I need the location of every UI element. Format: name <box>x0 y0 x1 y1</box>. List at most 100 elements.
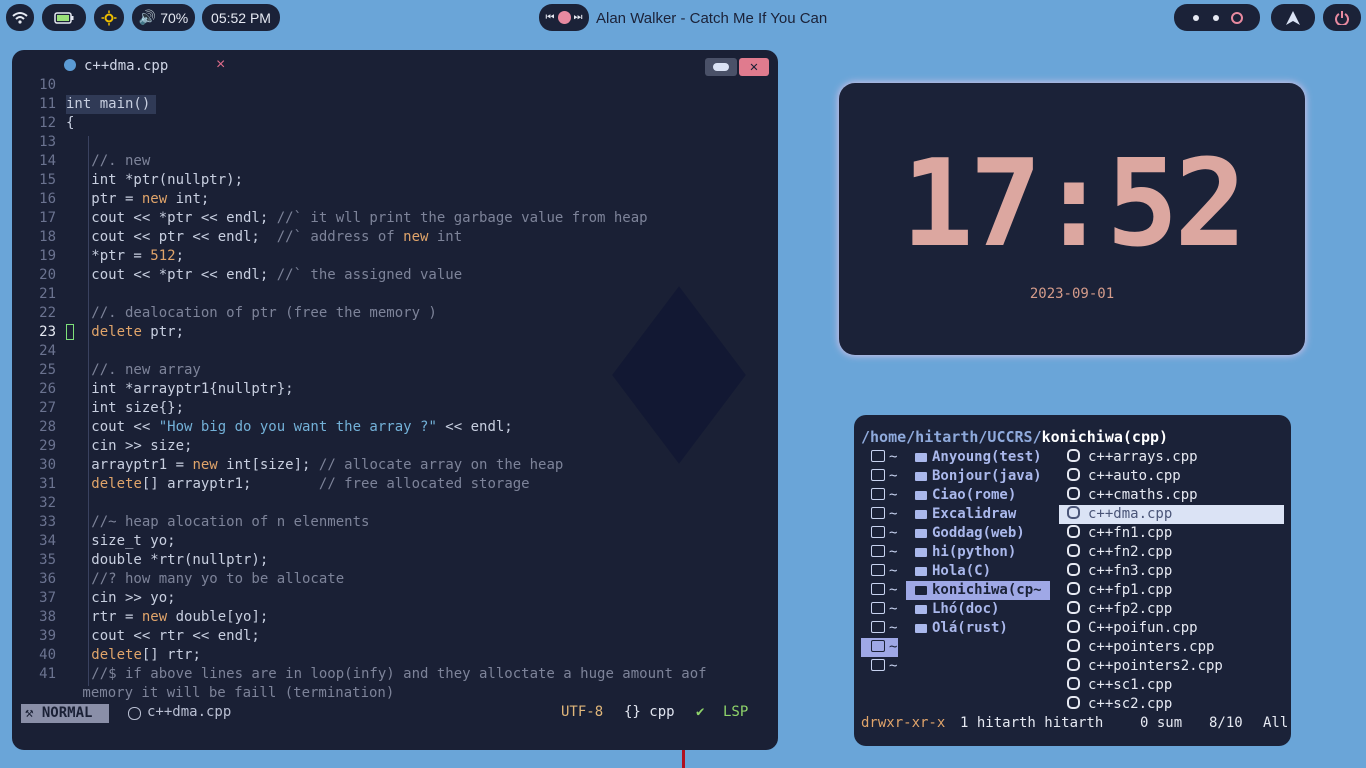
file-item[interactable]: c++arrays.cpp <box>1059 448 1284 467</box>
image-icon <box>871 564 885 576</box>
folder-item[interactable]: Olá(rust) <box>906 619 1050 638</box>
code-line[interactable]: 27 int size{}; <box>12 399 778 418</box>
code-line[interactable]: memory it will be faill (termination) <box>12 684 778 703</box>
wifi-button[interactable] <box>6 4 34 31</box>
bookmark-item[interactable]: ~ <box>861 581 898 600</box>
cpp-file-icon <box>1067 487 1080 500</box>
file-item[interactable]: c++fp1.cpp <box>1059 581 1284 600</box>
volume-button[interactable]: 🔊 70% <box>132 4 195 31</box>
bookmark-item[interactable]: ~ <box>861 543 898 562</box>
code-line[interactable]: 22 //. dealocation of ptr (free the memo… <box>12 304 778 323</box>
bookmark-item[interactable]: ~ <box>861 657 898 676</box>
code-line[interactable]: 17 cout << *ptr << endl; //` it wll prin… <box>12 209 778 228</box>
code-line[interactable]: 24 <box>12 342 778 361</box>
folder-item[interactable]: Goddag(web) <box>906 524 1050 543</box>
workspace-dot-icon[interactable] <box>1213 14 1219 21</box>
code-line[interactable]: 40 delete[] rtr; <box>12 646 778 665</box>
bookmark-item[interactable]: ~ <box>861 600 898 619</box>
code-line[interactable]: 10 <box>12 76 778 95</box>
code-line[interactable]: 14 //. new <box>12 152 778 171</box>
file-item[interactable]: c++fn3.cpp <box>1059 562 1284 581</box>
code-line[interactable]: 28 cout << "How big do you want the arra… <box>12 418 778 437</box>
bookmark-item[interactable]: ~ <box>861 562 898 581</box>
file-item[interactable]: C++poifun.cpp <box>1059 619 1284 638</box>
code-line[interactable]: 30 arrayptr1 = new int[size]; // allocat… <box>12 456 778 475</box>
bookmark-item[interactable]: ~ <box>861 486 898 505</box>
lsp-label: LSP <box>723 704 749 720</box>
workspace-dot-icon[interactable] <box>1193 14 1199 21</box>
sun-icon <box>101 10 117 25</box>
code-line[interactable]: 37 cin >> yo; <box>12 589 778 608</box>
code-line[interactable]: 25 //. new array <box>12 361 778 380</box>
code-line[interactable]: 11 int main() <box>12 95 778 114</box>
file-item[interactable]: c++fn2.cpp <box>1059 543 1284 562</box>
file-item[interactable]: c++dma.cpp <box>1059 505 1284 524</box>
bookmark-item[interactable]: ~ <box>861 524 898 543</box>
line-number: 41 <box>39 666 56 682</box>
line-number: 33 <box>39 514 56 530</box>
fm-perms: drwxr-xr-x <box>861 715 946 731</box>
code-line[interactable]: 39 cout << rtr << endl; <box>12 627 778 646</box>
clock-button[interactable]: 05:52 PM <box>202 4 280 31</box>
power-button[interactable] <box>1323 4 1361 31</box>
file-item[interactable]: c++sc2.cpp <box>1059 695 1284 714</box>
tab-close-icon[interactable]: × <box>216 56 225 74</box>
folder-item[interactable]: Ciao(rome) <box>906 486 1050 505</box>
next-icon[interactable]: ⏭ <box>574 12 583 23</box>
folder-item[interactable]: konichiwa(cp~ <box>906 581 1050 600</box>
code-line[interactable]: 36 //? how many yo to be allocate <box>12 570 778 589</box>
code-line[interactable]: 33 //~ heap alocation of n elenments <box>12 513 778 532</box>
play-pause-icon[interactable] <box>557 11 571 24</box>
code-line[interactable]: 15 int *ptr(nullptr); <box>12 171 778 190</box>
window-toggle-button[interactable] <box>705 58 737 76</box>
brightness-button[interactable] <box>94 4 124 31</box>
code-line[interactable]: 38 rtr = new double[yo]; <box>12 608 778 627</box>
bookmark-label: ~ <box>889 563 898 579</box>
cpp-file-icon <box>1067 506 1080 519</box>
code-line[interactable]: 41 //$ if above lines are in loop(infy) … <box>12 665 778 684</box>
file-item[interactable]: c++fn1.cpp <box>1059 524 1284 543</box>
active-workspace-icon[interactable] <box>1231 11 1243 24</box>
folder-item[interactable]: Hola(C) <box>906 562 1050 581</box>
bookmark-item[interactable]: ~ <box>861 448 898 467</box>
code-line[interactable]: 16 ptr = new int; <box>12 190 778 209</box>
bookmark-item[interactable]: ~ <box>861 505 898 524</box>
folder-item[interactable]: Lhó(doc) <box>906 600 1050 619</box>
file-item[interactable]: c++fp2.cpp <box>1059 600 1284 619</box>
code-line[interactable]: 20 cout << *ptr << endl; //` the assigne… <box>12 266 778 285</box>
code-line[interactable]: 12 { <box>12 114 778 133</box>
folder-label: Ciao(rome) <box>932 487 1017 503</box>
code-line[interactable]: 13 <box>12 133 778 152</box>
bookmark-item[interactable]: ~ <box>861 619 898 638</box>
launcher-button[interactable] <box>1271 4 1315 31</box>
code-text: delete ptr; <box>91 324 185 340</box>
bookmark-item[interactable]: ~ <box>861 467 898 486</box>
workspace-indicator[interactable] <box>1174 4 1260 31</box>
code-line[interactable]: 35 double *rtr(nullptr); <box>12 551 778 570</box>
folder-item[interactable]: Anyoung(test) <box>906 448 1050 467</box>
file-item[interactable]: c++pointers2.cpp <box>1059 657 1284 676</box>
file-item[interactable]: c++sc1.cpp <box>1059 676 1284 695</box>
file-item[interactable]: c++pointers.cpp <box>1059 638 1284 657</box>
folder-item[interactable]: hi(python) <box>906 543 1050 562</box>
bookmark-item[interactable]: ~ <box>861 638 898 657</box>
toggle-icon <box>713 63 729 71</box>
cpp-file-icon <box>1067 620 1080 633</box>
folder-item[interactable]: Bonjour(java) <box>906 467 1050 486</box>
code-line[interactable]: 32 <box>12 494 778 513</box>
previous-icon[interactable]: ⏮ <box>546 12 555 23</box>
code-line[interactable]: 23 delete ptr; <box>12 323 778 342</box>
code-line[interactable]: 34 size_t yo; <box>12 532 778 551</box>
battery-button[interactable] <box>42 4 86 31</box>
speaker-icon: 🔊 <box>138 9 157 25</box>
folder-item[interactable]: Excalidraw <box>906 505 1050 524</box>
code-line[interactable]: 26 int *arrayptr1{nullptr}; <box>12 380 778 399</box>
file-item[interactable]: c++auto.cpp <box>1059 467 1284 486</box>
code-line[interactable]: 19 *ptr = 512; <box>12 247 778 266</box>
code-line[interactable]: 18 cout << ptr << endl; //` address of n… <box>12 228 778 247</box>
file-item[interactable]: c++cmaths.cpp <box>1059 486 1284 505</box>
code-line[interactable]: 29 cin >> size; <box>12 437 778 456</box>
code-line[interactable]: 31 delete[] arrayptr1; // free allocated… <box>12 475 778 494</box>
window-close-button[interactable]: ✕ <box>739 58 769 76</box>
code-line[interactable]: 21 <box>12 285 778 304</box>
